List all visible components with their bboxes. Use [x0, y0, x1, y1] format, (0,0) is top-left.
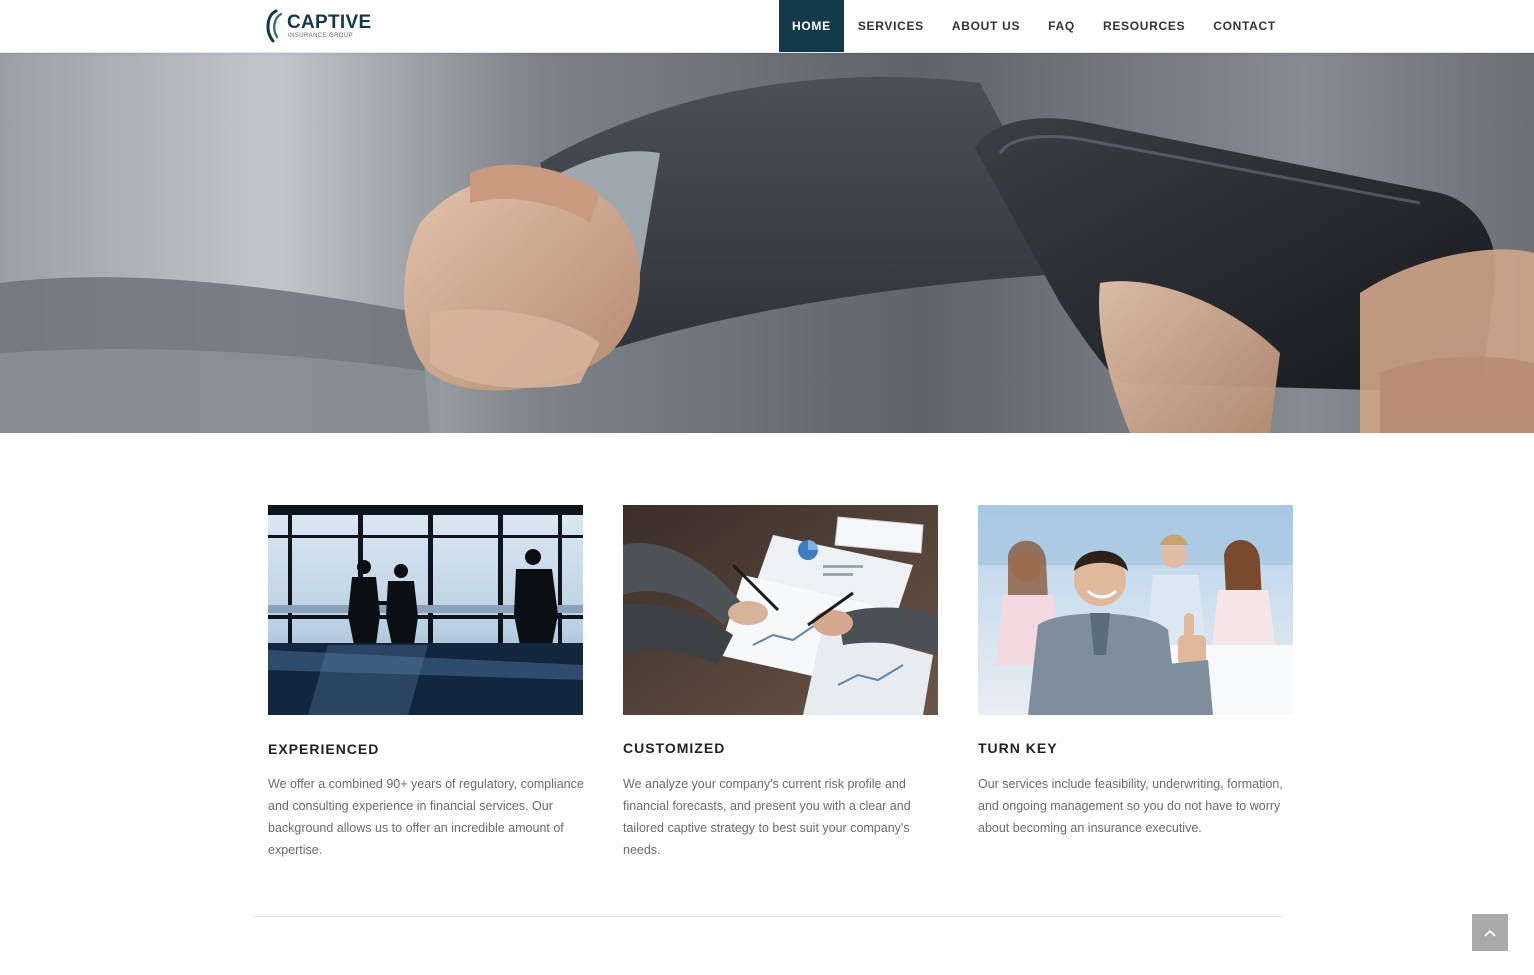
- team-thumbs-up-illustration: [978, 505, 1293, 715]
- text-line: background allows us to offer an incredi…: [268, 821, 564, 835]
- nav-item-about-us[interactable]: ABOUT US: [938, 0, 1034, 52]
- feature-title-experienced: EXPERIENCED: [268, 741, 380, 757]
- chevron-up-icon: [1484, 929, 1496, 937]
- feature-text-experienced: We offer a combined 90+ years of regulat…: [268, 773, 586, 861]
- nav-item-resources[interactable]: RESOURCES: [1089, 0, 1199, 52]
- text-line: needs.: [623, 843, 661, 857]
- text-line: We analyze your company's current risk p…: [623, 777, 906, 791]
- site-logo[interactable]: CAPTIVE INSURANCE GROUP: [262, 7, 371, 45]
- feature-card-experienced: EXPERIENCED We offer a combined 90+ year…: [268, 505, 584, 857]
- feature-card-customized: CUSTOMIZED We analyze your company's cur…: [623, 505, 938, 857]
- feature-title-customized: CUSTOMIZED: [623, 740, 726, 756]
- feature-text-turn-key: Our services include feasibility, underw…: [978, 773, 1296, 839]
- text-line: and consulting experience in financial s…: [268, 799, 553, 813]
- document-review-illustration: [623, 505, 938, 715]
- nav-item-contact[interactable]: CONTACT: [1199, 0, 1290, 52]
- silhouette-meeting-illustration: [268, 505, 583, 715]
- feature-card-turn-key: TURN KEY Our services include feasibilit…: [978, 505, 1293, 835]
- nav-item-home[interactable]: HOME: [779, 0, 844, 52]
- logo-mark-icon: [262, 8, 286, 44]
- text-line: and ongoing management so you do not hav…: [978, 799, 1281, 813]
- logo-subtitle: INSURANCE GROUP: [288, 33, 354, 39]
- main-nav: HOME SERVICES ABOUT US FAQ RESOURCES CON…: [779, 0, 1290, 52]
- nav-item-faq[interactable]: FAQ: [1034, 0, 1089, 52]
- document-review-photo: [623, 505, 938, 715]
- handshake-illustration: [0, 53, 1534, 433]
- logo-title: CAPTIVE: [287, 12, 372, 33]
- silhouette-meeting-photo: [268, 505, 583, 715]
- text-line: expertise.: [268, 843, 323, 857]
- feature-title-turn-key: TURN KEY: [978, 740, 1058, 756]
- text-line: about becoming an insurance executive.: [978, 821, 1202, 835]
- text-line: tailored captive strategy to best suit y…: [623, 821, 910, 835]
- site-header: CAPTIVE INSURANCE GROUP HOME SERVICES AB…: [0, 0, 1534, 53]
- back-to-top-button[interactable]: [1472, 914, 1508, 951]
- text-line: We offer a combined 90+ years of regulat…: [268, 777, 584, 791]
- nav-item-services[interactable]: SERVICES: [844, 0, 938, 52]
- section-divider: [254, 916, 1282, 917]
- team-thumbs-up-photo: [978, 505, 1293, 715]
- hero-handshake-image: [0, 53, 1534, 433]
- logo-text: CAPTIVE INSURANCE GROUP: [287, 13, 371, 39]
- text-line: financial forecasts, and present you wit…: [623, 799, 911, 813]
- text-line: Our services include feasibility, underw…: [978, 777, 1283, 791]
- feature-text-customized: We analyze your company's current risk p…: [623, 773, 941, 861]
